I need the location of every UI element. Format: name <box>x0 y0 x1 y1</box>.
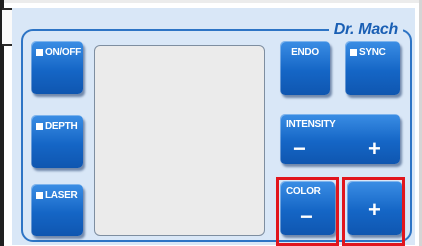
intensity-minus-button[interactable]: − <box>293 138 306 160</box>
display-screen <box>94 45 265 236</box>
intensity-plus-button[interactable]: + <box>368 138 381 160</box>
endo-label: ENDO <box>291 47 319 58</box>
color-label: COLOR <box>286 186 321 197</box>
laser-label: LASER <box>45 190 78 201</box>
sync-button[interactable]: SYNC <box>345 41 400 95</box>
on-off-button[interactable]: ON/OFF <box>31 41 83 94</box>
color-plus-button[interactable]: + <box>347 181 402 235</box>
color-plus-symbol: + <box>368 197 381 222</box>
sync-label: SYNC <box>359 47 386 58</box>
indicator-square-icon <box>350 49 357 56</box>
intensity-control: INTENSITY − + <box>280 114 400 164</box>
color-minus-button[interactable]: COLOR − <box>280 181 335 235</box>
indicator-square-icon <box>36 123 43 130</box>
brand-logo: Dr. Mach <box>328 20 403 40</box>
indicator-square-icon <box>36 49 43 56</box>
intensity-label: INTENSITY <box>286 119 336 130</box>
on-off-label: ON/OFF <box>45 47 81 58</box>
endo-button[interactable]: ENDO <box>280 41 330 95</box>
indicator-square-icon <box>36 192 43 199</box>
control-panel: Dr. Mach ON/OFF DEPTH LASER ENDO SYNC IN… <box>12 8 415 245</box>
laser-button[interactable]: LASER <box>31 184 83 236</box>
window-top-edge <box>0 0 422 3</box>
depth-label: DEPTH <box>45 121 78 132</box>
color-minus-symbol: − <box>300 204 313 229</box>
depth-button[interactable]: DEPTH <box>31 115 83 168</box>
